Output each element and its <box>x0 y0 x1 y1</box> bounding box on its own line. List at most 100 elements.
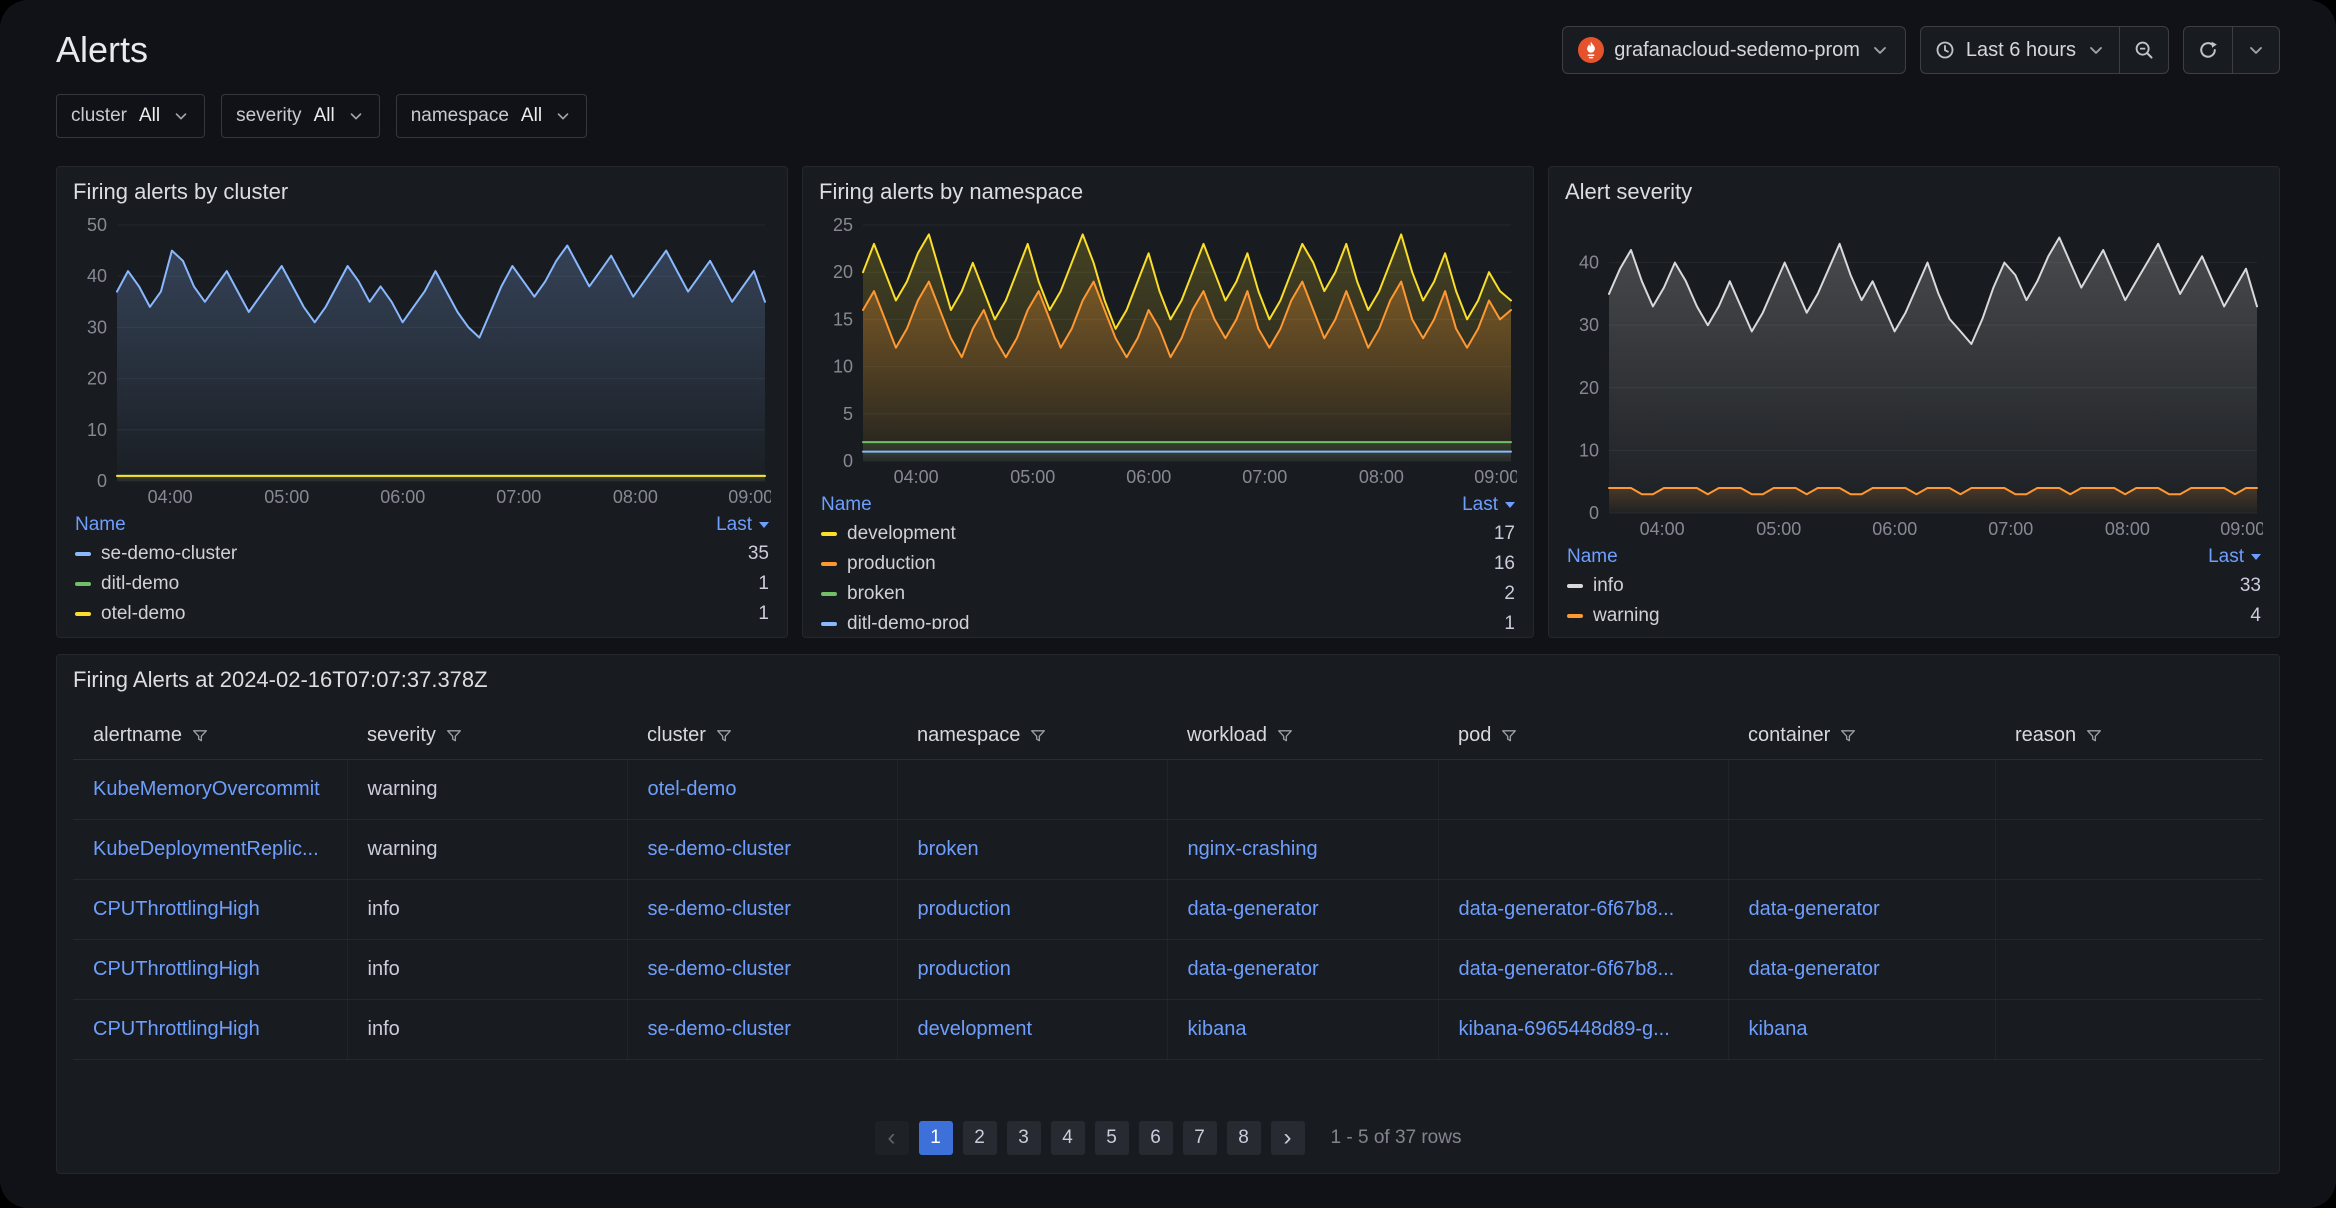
svg-text:05:00: 05:00 <box>1756 519 1801 539</box>
cell-pod[interactable]: data-generator-6f67b8... <box>1438 939 1728 999</box>
cell-reason <box>1995 759 2263 819</box>
column-label: namespace <box>917 724 1020 747</box>
prev-page-button[interactable]: ‹ <box>875 1121 909 1155</box>
column-header-reason[interactable]: reason <box>1995 713 2263 759</box>
page-button-5[interactable]: 5 <box>1095 1121 1129 1155</box>
column-header-severity[interactable]: severity <box>347 713 627 759</box>
cell-namespace[interactable]: development <box>897 999 1167 1059</box>
cell-workload[interactable]: nginx-crashing <box>1167 819 1438 879</box>
column-header-pod[interactable]: pod <box>1438 713 1728 759</box>
cell-pod[interactable]: data-generator-6f67b8... <box>1438 879 1728 939</box>
legend-item[interactable]: se-demo-cluster35 <box>73 539 771 569</box>
filter-funnel-icon[interactable] <box>2085 727 2103 745</box>
legend-item[interactable]: broken2 <box>819 579 1517 609</box>
panel-title: Firing alerts by namespace <box>819 179 1517 205</box>
cell-alertname[interactable]: KubeMemoryOvercommit <box>73 759 347 819</box>
cell-pod[interactable]: kibana-6965448d89-g... <box>1438 999 1728 1059</box>
refresh-button[interactable] <box>2184 27 2232 73</box>
cell-workload[interactable]: kibana <box>1167 999 1438 1059</box>
timeseries-chart[interactable]: 01020304004:0005:0006:0007:0008:0009:00 <box>1565 211 2263 543</box>
next-page-button[interactable]: › <box>1271 1121 1305 1155</box>
refresh-interval-dropdown[interactable] <box>2232 27 2279 73</box>
legend-item[interactable]: development17 <box>819 519 1517 549</box>
series-name: se-demo-cluster <box>101 543 237 565</box>
legend-item[interactable]: ditl-demo-prod1 <box>819 609 1517 629</box>
legend-value-header[interactable]: Last <box>1462 494 1515 516</box>
column-header-container[interactable]: container <box>1728 713 1995 759</box>
cell-severity: info <box>347 879 627 939</box>
datasource-picker[interactable]: grafanacloud-sedemo-prom <box>1562 26 1906 74</box>
page-button-1[interactable]: 1 <box>919 1121 953 1155</box>
legend-value-header-label: Last <box>1462 494 1498 516</box>
cell-cluster[interactable]: se-demo-cluster <box>627 999 897 1059</box>
cell-cluster[interactable]: otel-demo <box>627 759 897 819</box>
svg-text:50: 50 <box>87 215 107 235</box>
svg-text:15: 15 <box>833 309 853 329</box>
legend-value-header[interactable]: Last <box>716 514 769 536</box>
filter-funnel-icon[interactable] <box>1029 727 1047 745</box>
cell-container[interactable]: kibana <box>1728 999 1995 1059</box>
filter-funnel-icon[interactable] <box>715 727 733 745</box>
cell-alertname[interactable]: CPUThrottlingHigh <box>73 879 347 939</box>
page-button-8[interactable]: 8 <box>1227 1121 1261 1155</box>
refresh-icon <box>2197 39 2219 61</box>
series-name: ditl-demo <box>101 573 179 595</box>
timeseries-chart[interactable]: 0102030405004:0005:0006:0007:0008:0009:0… <box>73 211 771 511</box>
cell-reason <box>1995 939 2263 999</box>
page-button-4[interactable]: 4 <box>1051 1121 1085 1155</box>
filter-severity[interactable]: severity All <box>221 94 380 138</box>
filter-funnel-icon[interactable] <box>445 727 463 745</box>
filter-funnel-icon[interactable] <box>191 727 209 745</box>
page-button-3[interactable]: 3 <box>1007 1121 1041 1155</box>
page-button-7[interactable]: 7 <box>1183 1121 1217 1155</box>
magnifier-minus-icon <box>2133 39 2155 61</box>
cell-workload[interactable]: data-generator <box>1167 879 1438 939</box>
column-header-cluster[interactable]: cluster <box>627 713 897 759</box>
legend-name-header[interactable]: Name <box>821 494 872 516</box>
cell-namespace[interactable]: production <box>897 939 1167 999</box>
legend-name-header[interactable]: Name <box>75 514 126 536</box>
refresh-group <box>2183 26 2280 74</box>
svg-text:05:00: 05:00 <box>264 487 309 507</box>
svg-text:0: 0 <box>843 451 853 471</box>
column-header-namespace[interactable]: namespace <box>897 713 1167 759</box>
column-header-workload[interactable]: workload <box>1167 713 1438 759</box>
legend-value-header[interactable]: Last <box>2208 546 2261 568</box>
legend-name-header[interactable]: Name <box>1567 546 1618 568</box>
cell-container[interactable]: data-generator <box>1728 879 1995 939</box>
page-button-2[interactable]: 2 <box>963 1121 997 1155</box>
filter-funnel-icon[interactable] <box>1500 727 1518 745</box>
legend-item[interactable]: info33 <box>1565 571 2263 601</box>
filter-cluster[interactable]: cluster All <box>56 94 205 138</box>
filter-namespace[interactable]: namespace All <box>396 94 587 138</box>
zoom-out-button[interactable] <box>2119 27 2168 73</box>
column-label: cluster <box>647 724 706 747</box>
filter-funnel-icon[interactable] <box>1839 727 1857 745</box>
prometheus-icon <box>1578 37 1604 63</box>
legend-item[interactable]: production16 <box>819 549 1517 579</box>
column-label: workload <box>1187 724 1267 747</box>
cell-container[interactable]: data-generator <box>1728 939 1995 999</box>
cell-namespace[interactable]: production <box>897 879 1167 939</box>
time-range-button[interactable]: Last 6 hours <box>1921 27 2119 73</box>
legend-item[interactable]: warning4 <box>1565 601 2263 629</box>
cell-severity: warning <box>347 819 627 879</box>
cell-cluster[interactable]: se-demo-cluster <box>627 819 897 879</box>
cell-alertname[interactable]: CPUThrottlingHigh <box>73 999 347 1059</box>
cell-cluster[interactable]: se-demo-cluster <box>627 939 897 999</box>
cell-workload[interactable]: data-generator <box>1167 939 1438 999</box>
timeseries-chart[interactable]: 051015202504:0005:0006:0007:0008:0009:00 <box>819 211 1517 491</box>
series-last-value: 16 <box>1494 553 1515 575</box>
cell-cluster[interactable]: se-demo-cluster <box>627 879 897 939</box>
svg-text:04:00: 04:00 <box>894 467 939 487</box>
column-header-alertname[interactable]: alertname <box>73 713 347 759</box>
dashboard-header: Alerts grafanacloud-sedemo-prom Last 6 h… <box>56 0 2280 74</box>
cell-namespace[interactable]: broken <box>897 819 1167 879</box>
legend-item[interactable]: otel-demo1 <box>73 599 771 629</box>
chevron-down-icon <box>1870 40 1890 60</box>
cell-alertname[interactable]: KubeDeploymentReplic... <box>73 819 347 879</box>
legend-item[interactable]: ditl-demo1 <box>73 569 771 599</box>
page-button-6[interactable]: 6 <box>1139 1121 1173 1155</box>
cell-alertname[interactable]: CPUThrottlingHigh <box>73 939 347 999</box>
filter-funnel-icon[interactable] <box>1276 727 1294 745</box>
